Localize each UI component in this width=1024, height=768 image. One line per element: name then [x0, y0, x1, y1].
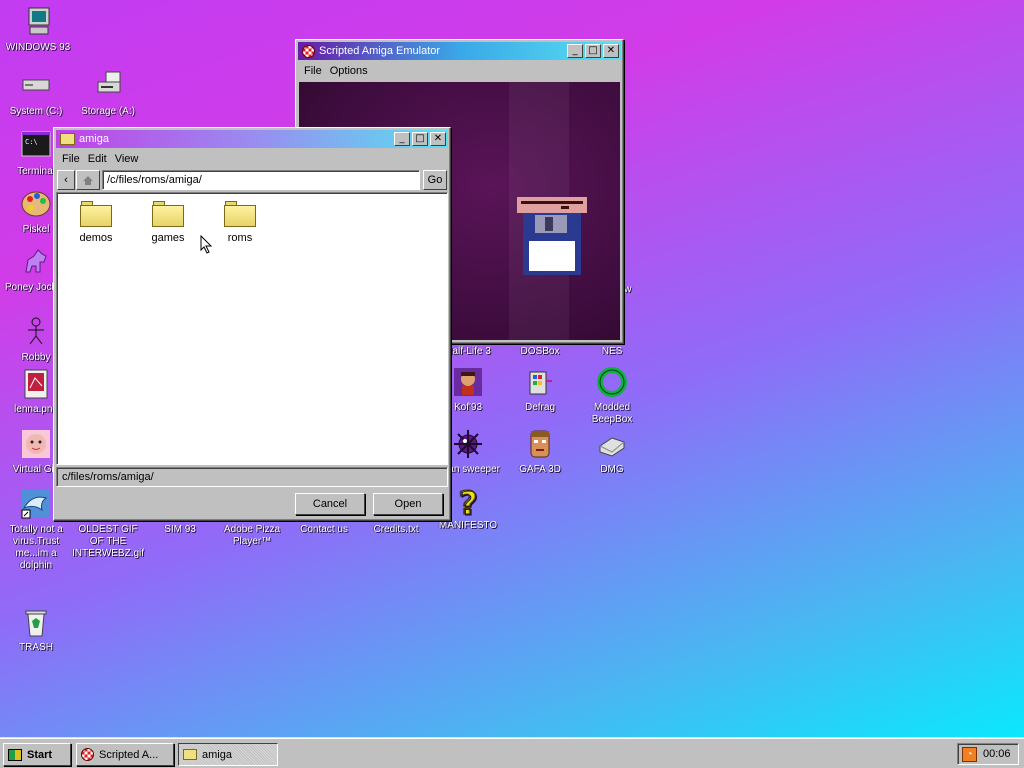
stickman-icon [20, 316, 52, 348]
folder-item-games[interactable]: games [132, 201, 204, 244]
menu-edit[interactable]: Edit [84, 153, 111, 165]
desktop-icon-defrag[interactable]: Defrag [504, 366, 576, 414]
clock: 00:06 [983, 748, 1011, 760]
menu-view[interactable]: View [111, 153, 143, 165]
mine-icon [452, 428, 484, 460]
mouse-cursor-icon [200, 235, 213, 254]
desktop-icon-trash[interactable]: TRASH [0, 606, 72, 654]
folder-icon [80, 201, 112, 227]
gameboy-icon [596, 428, 628, 460]
amiga-titlebar[interactable]: Scripted Amiga Emulator _ □ ✕ [298, 42, 621, 60]
back-button[interactable]: ‹ [57, 170, 75, 190]
floppy-disk-icon [517, 197, 587, 277]
system-tray: ◔ 00:06 [957, 743, 1019, 765]
home-button[interactable] [76, 170, 100, 190]
chevron-left-icon: ‹ [64, 174, 68, 186]
status-path: c/files/roms/amiga/ [56, 467, 448, 487]
open-button[interactable]: Open [373, 493, 443, 515]
file-dialog-titlebar[interactable]: amiga _ □ ✕ [56, 130, 448, 148]
defrag-icon [524, 366, 556, 398]
start-button[interactable]: Start [3, 743, 71, 766]
maximize-button[interactable]: □ [412, 132, 428, 146]
fighter-icon [452, 366, 484, 398]
ring-icon [596, 366, 628, 398]
face-icon [20, 428, 52, 460]
close-button[interactable]: ✕ [603, 44, 619, 58]
doom-face-icon [524, 428, 556, 460]
minimize-button[interactable]: _ [394, 132, 410, 146]
status-path-text: c/files/roms/amiga/ [62, 471, 154, 483]
amiga-ball-icon [81, 748, 94, 761]
windows93-logo-icon [8, 748, 22, 761]
minimize-button[interactable]: _ [567, 44, 583, 58]
question-mark-icon: ? [452, 484, 484, 523]
folder-item-roms[interactable]: roms [204, 201, 276, 244]
maximize-button[interactable]: □ [585, 44, 601, 58]
terminal-icon: C:\ [20, 130, 52, 162]
image-icon [20, 368, 52, 400]
path-input[interactable] [102, 170, 420, 190]
desktop-icon-gafa-3d[interactable]: GAFA 3D [504, 428, 576, 476]
folder-icon [152, 201, 184, 227]
folder-icon [224, 201, 256, 227]
cancel-button[interactable]: Cancel [295, 493, 365, 515]
pony-icon [20, 246, 52, 278]
menu-options[interactable]: Options [326, 65, 372, 77]
close-button[interactable]: ✕ [430, 132, 446, 146]
folder-item-demos[interactable]: demos [60, 201, 132, 244]
home-icon [83, 176, 93, 185]
file-list[interactable]: demos games roms [56, 192, 448, 465]
dolphin-icon [20, 488, 52, 520]
svg-text:?: ? [459, 484, 478, 516]
amiga-ball-icon [302, 44, 315, 58]
drive-icon [20, 70, 52, 102]
task-button-amiga[interactable]: amiga [178, 743, 278, 766]
amiga-window-title: Scripted Amiga Emulator [319, 45, 441, 57]
task-label: Scripted A... [99, 748, 159, 761]
desktop-icon-storage-a[interactable]: Storage (A:) [72, 70, 144, 118]
task-label: amiga [202, 748, 232, 761]
desktop-icon-modded-beepbox[interactable]: Modded BeepBox [576, 366, 648, 426]
floppy-drive-icon [92, 70, 124, 102]
desktop-icon-system-c[interactable]: System (C:) [0, 70, 72, 118]
folder-icon [183, 749, 197, 760]
desktop-icon-windows93[interactable]: WINDOWS 93 [2, 6, 74, 54]
file-dialog-window[interactable]: amiga _ □ ✕ File Edit View ‹ Go demos ga… [53, 127, 451, 521]
menu-file[interactable]: File [300, 65, 326, 77]
file-dialog-menubar: File Edit View [54, 150, 450, 168]
palette-icon [20, 188, 52, 220]
go-button[interactable]: Go [423, 170, 447, 190]
start-label: Start [27, 748, 53, 761]
trash-icon [20, 606, 52, 638]
menu-file[interactable]: File [58, 153, 84, 165]
folder-icon [60, 133, 75, 145]
taskbar: Start Scripted A... amiga ◔ 00:06 [0, 738, 1024, 768]
amiga-menubar: File Options [296, 62, 623, 80]
computer-icon [22, 6, 54, 38]
task-button-amiga-emulator[interactable]: Scripted A... [76, 743, 174, 766]
file-dialog-title: amiga [79, 133, 109, 145]
rss-icon[interactable]: ◔ [962, 746, 977, 762]
desktop-icon-dmg[interactable]: DMG [576, 428, 648, 476]
svg-text:C:\: C:\ [25, 138, 38, 146]
